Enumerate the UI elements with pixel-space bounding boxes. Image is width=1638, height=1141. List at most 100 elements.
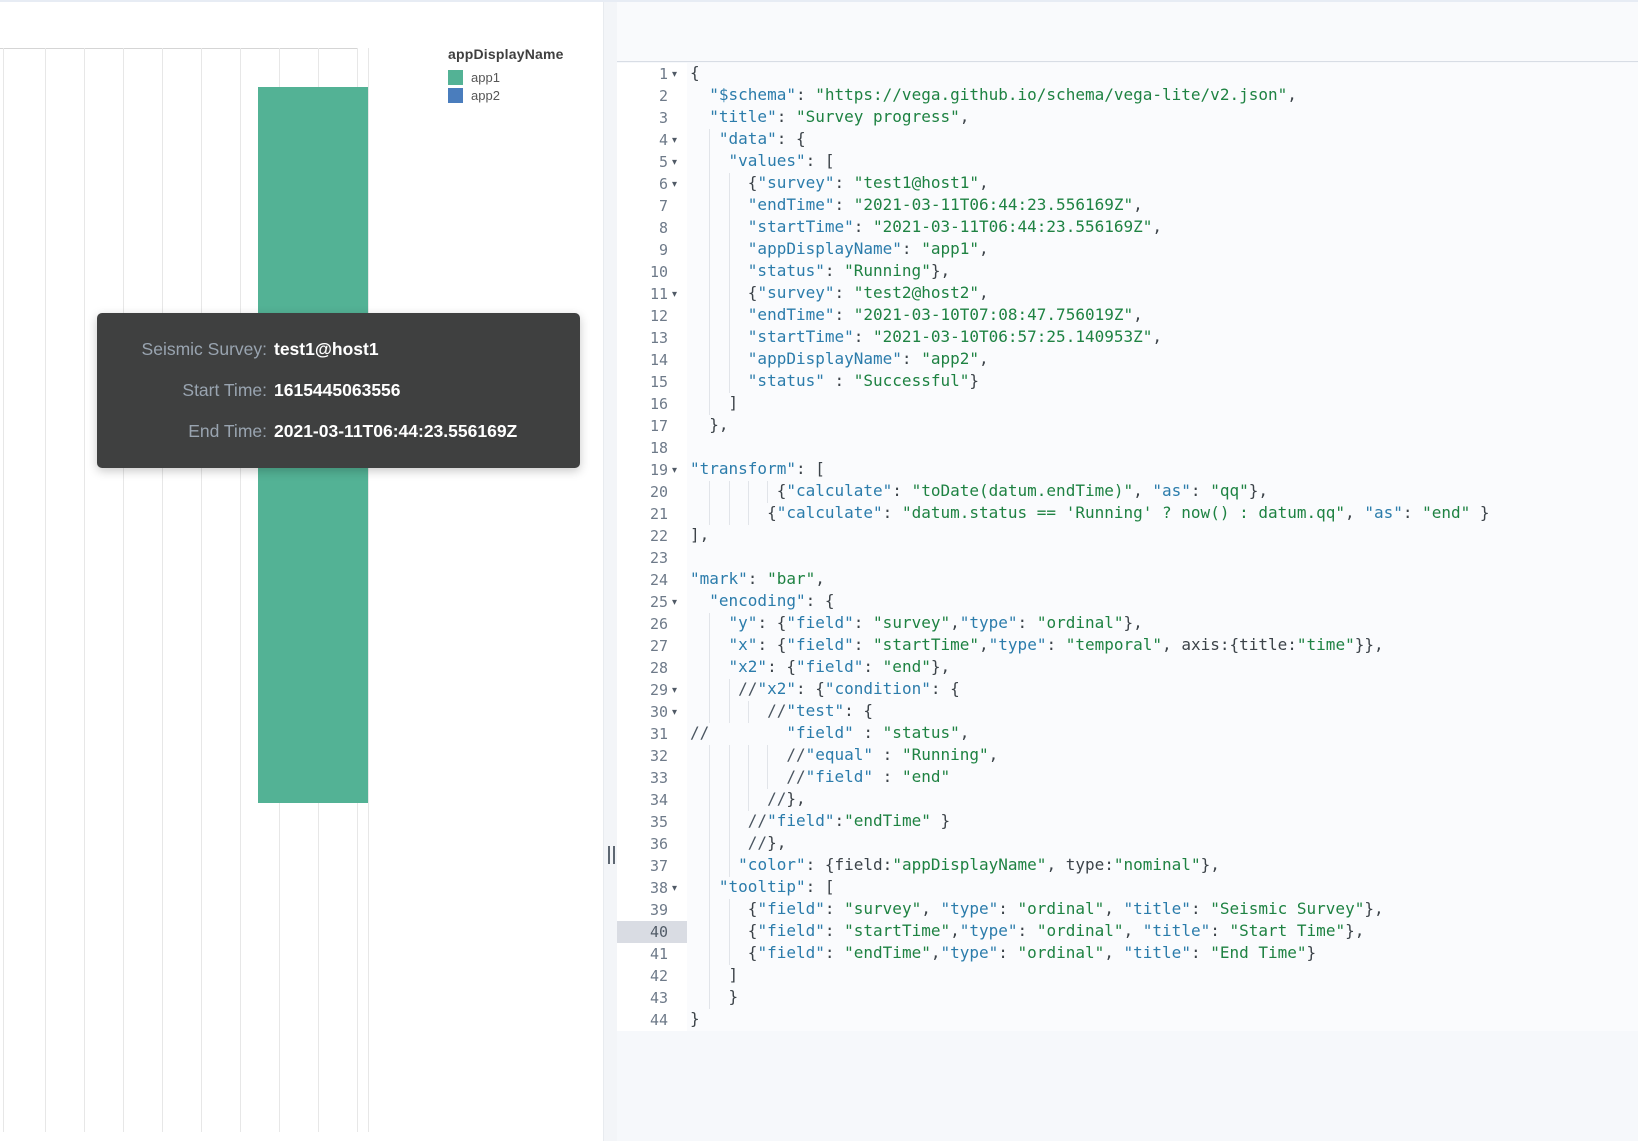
gutter-line-38[interactable]: 38▾ — [617, 877, 687, 899]
gutter-line-8[interactable]: 8 — [617, 217, 687, 239]
code-line-34[interactable]: //}, — [687, 789, 1638, 811]
gutter-line-42[interactable]: 42 — [617, 965, 687, 987]
code-line-16[interactable]: ] — [687, 393, 1638, 415]
code-line-36[interactable]: //}, — [687, 833, 1638, 855]
gutter-line-24[interactable]: 24 — [617, 569, 687, 591]
gutter-line-10[interactable]: 10 — [617, 261, 687, 283]
code-line-39[interactable]: {"field": "survey", "type": "ordinal", "… — [687, 899, 1638, 921]
code-line-33[interactable]: //"field" : "end" — [687, 767, 1638, 789]
gutter-line-35[interactable]: 35 — [617, 811, 687, 833]
fold-arrow-icon[interactable]: ▾ — [668, 289, 687, 300]
spec-editor[interactable]: 1▾234▾5▾6▾7891011▾1213141516171819▾20212… — [617, 2, 1638, 1141]
code-line-7[interactable]: "endTime": "2021-03-11T06:44:23.556169Z"… — [687, 195, 1638, 217]
code-line-32[interactable]: //"equal" : "Running", — [687, 745, 1638, 767]
fold-arrow-icon[interactable]: ▾ — [668, 465, 687, 476]
code-line-22[interactable]: ], — [687, 525, 1638, 547]
gutter-line-17[interactable]: 17 — [617, 415, 687, 437]
code-line-43[interactable]: } — [687, 987, 1638, 1009]
gutter-line-32[interactable]: 32 — [617, 745, 687, 767]
code-line-44[interactable]: } — [687, 1009, 1638, 1031]
fold-arrow-icon[interactable]: ▾ — [668, 157, 687, 168]
code-line-5[interactable]: "values": [ — [687, 151, 1638, 173]
code-line-14[interactable]: "appDisplayName": "app2", — [687, 349, 1638, 371]
gutter-line-1[interactable]: 1▾ — [617, 63, 687, 85]
code-line-30[interactable]: //"test": { — [687, 701, 1638, 723]
code-line-10[interactable]: "status": "Running"}, — [687, 261, 1638, 283]
gutter-line-18[interactable]: 18 — [617, 437, 687, 459]
gutter-line-34[interactable]: 34 — [617, 789, 687, 811]
gutter-line-25[interactable]: 25▾ — [617, 591, 687, 613]
code-line-1[interactable]: { — [687, 63, 1638, 85]
code-line-25[interactable]: "encoding": { — [687, 591, 1638, 613]
pane-resize-handle-icon[interactable] — [606, 845, 616, 865]
editor-code-area[interactable]: { "$schema": "https://vega.github.io/sch… — [687, 63, 1638, 1031]
gutter-line-11[interactable]: 11▾ — [617, 283, 687, 305]
code-line-21[interactable]: {"calculate": "datum.status == 'Running'… — [687, 503, 1638, 525]
gutter-line-30[interactable]: 30▾ — [617, 701, 687, 723]
fold-arrow-icon[interactable]: ▾ — [668, 69, 687, 80]
gutter-line-9[interactable]: 9 — [617, 239, 687, 261]
code-line-40[interactable]: {"field": "startTime","type": "ordinal",… — [687, 921, 1638, 943]
gutter-line-15[interactable]: 15 — [617, 371, 687, 393]
code-line-23[interactable] — [687, 547, 1638, 569]
gutter-line-2[interactable]: 2 — [617, 85, 687, 107]
code-line-15[interactable]: "status" : "Successful"} — [687, 371, 1638, 393]
gutter-line-28[interactable]: 28 — [617, 657, 687, 679]
gutter-line-40[interactable]: 40 — [617, 921, 687, 943]
code-line-3[interactable]: "title": "Survey progress", — [687, 107, 1638, 129]
fold-arrow-icon[interactable]: ▾ — [668, 685, 687, 696]
code-line-42[interactable]: ] — [687, 965, 1638, 987]
fold-arrow-icon[interactable]: ▾ — [668, 707, 687, 718]
code-line-13[interactable]: "startTime": "2021-03-10T06:57:25.140953… — [687, 327, 1638, 349]
gutter-line-23[interactable]: 23 — [617, 547, 687, 569]
gutter-line-7[interactable]: 7 — [617, 195, 687, 217]
code-line-29[interactable]: //"x2": {"condition": { — [687, 679, 1638, 701]
gutter-line-19[interactable]: 19▾ — [617, 459, 687, 481]
fold-arrow-icon[interactable]: ▾ — [668, 179, 687, 190]
code-line-2[interactable]: "$schema": "https://vega.github.io/schem… — [687, 85, 1638, 107]
gutter-line-33[interactable]: 33 — [617, 767, 687, 789]
code-line-27[interactable]: "x": {"field": "startTime","type": "temp… — [687, 635, 1638, 657]
gutter-line-44[interactable]: 44 — [617, 1009, 687, 1031]
gutter-line-14[interactable]: 14 — [617, 349, 687, 371]
gutter-line-13[interactable]: 13 — [617, 327, 687, 349]
fold-arrow-icon[interactable]: ▾ — [668, 135, 687, 146]
gutter-line-3[interactable]: 3 — [617, 107, 687, 129]
code-line-24[interactable]: "mark": "bar", — [687, 569, 1638, 591]
code-line-41[interactable]: {"field": "endTime","type": "ordinal", "… — [687, 943, 1638, 965]
code-line-28[interactable]: "x2": {"field": "end"}, — [687, 657, 1638, 679]
code-line-17[interactable]: }, — [687, 415, 1638, 437]
gutter-line-31[interactable]: 31 — [617, 723, 687, 745]
code-line-4[interactable]: "data": { — [687, 129, 1638, 151]
code-line-19[interactable]: "transform": [ — [687, 459, 1638, 481]
code-line-35[interactable]: //"field":"endTime" } — [687, 811, 1638, 833]
gutter-line-12[interactable]: 12 — [617, 305, 687, 327]
gutter-line-43[interactable]: 43 — [617, 987, 687, 1009]
code-line-38[interactable]: "tooltip": [ — [687, 877, 1638, 899]
code-line-8[interactable]: "startTime": "2021-03-11T06:44:23.556169… — [687, 217, 1638, 239]
gutter-line-37[interactable]: 37 — [617, 855, 687, 877]
gutter-line-27[interactable]: 27 — [617, 635, 687, 657]
gutter-line-4[interactable]: 4▾ — [617, 129, 687, 151]
fold-arrow-icon[interactable]: ▾ — [668, 597, 687, 608]
code-line-6[interactable]: {"survey": "test1@host1", — [687, 173, 1638, 195]
gutter-line-5[interactable]: 5▾ — [617, 151, 687, 173]
code-line-31[interactable]: // "field" : "status", — [687, 723, 1638, 745]
gutter-line-39[interactable]: 39 — [617, 899, 687, 921]
gutter-line-6[interactable]: 6▾ — [617, 173, 687, 195]
gutter-line-29[interactable]: 29▾ — [617, 679, 687, 701]
code-line-20[interactable]: {"calculate": "toDate(datum.endTime)", "… — [687, 481, 1638, 503]
gutter-line-16[interactable]: 16 — [617, 393, 687, 415]
code-line-12[interactable]: "endTime": "2021-03-10T07:08:47.756019Z"… — [687, 305, 1638, 327]
gutter-line-21[interactable]: 21 — [617, 503, 687, 525]
code-line-37[interactable]: "color": {field:"appDisplayName", type:"… — [687, 855, 1638, 877]
gutter-line-41[interactable]: 41 — [617, 943, 687, 965]
gutter-line-36[interactable]: 36 — [617, 833, 687, 855]
code-line-26[interactable]: "y": {"field": "survey","type": "ordinal… — [687, 613, 1638, 635]
gutter-line-20[interactable]: 20 — [617, 481, 687, 503]
fold-arrow-icon[interactable]: ▾ — [668, 883, 687, 894]
gutter-line-26[interactable]: 26 — [617, 613, 687, 635]
code-line-18[interactable] — [687, 437, 1638, 459]
code-line-9[interactable]: "appDisplayName": "app1", — [687, 239, 1638, 261]
code-line-11[interactable]: {"survey": "test2@host2", — [687, 283, 1638, 305]
